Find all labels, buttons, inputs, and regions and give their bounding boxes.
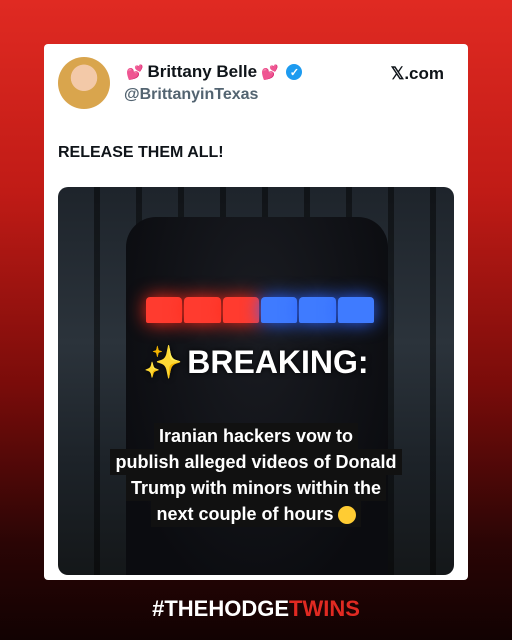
author-row: 💕 Brittany Belle 💕 ✓ xyxy=(122,62,303,82)
media-caption: Iranian hackers vow to publish alleged v… xyxy=(78,423,434,527)
source-label: 𝕏.com xyxy=(390,64,444,83)
caption-line-last: next couple of hours xyxy=(151,501,361,527)
tweet-card: 💕 Brittany Belle 💕 ✓ @BrittanyinTexas 𝕏.… xyxy=(44,44,468,580)
caption-line: Iranian hackers vow to xyxy=(153,423,359,449)
caption-line: Trump with minors within the xyxy=(126,475,386,501)
caption-line: publish alleged videos of Donald xyxy=(110,449,402,475)
post-text: RELEASE THEM ALL! xyxy=(58,144,224,161)
siren-lights xyxy=(146,297,374,323)
avatar[interactable] xyxy=(58,57,110,109)
hashtag-footer: #THEHODGETWINS xyxy=(152,596,360,621)
sparkles-icon: ✨ xyxy=(143,344,184,380)
post-media[interactable]: ✨ BREAKING: Iranian hackers vow to publis… xyxy=(58,187,454,575)
verified-badge-icon: ✓ xyxy=(286,64,303,80)
breaking-headline: ✨ BREAKING: xyxy=(143,344,369,380)
author-handle[interactable]: @BrittanyinTexas xyxy=(124,86,258,104)
grinning-face-icon xyxy=(337,506,356,525)
heart-emoji-icon: 💕 xyxy=(261,63,279,80)
heart-emoji-icon: 💕 xyxy=(126,63,144,80)
author-name[interactable]: Brittany Belle xyxy=(147,62,257,82)
